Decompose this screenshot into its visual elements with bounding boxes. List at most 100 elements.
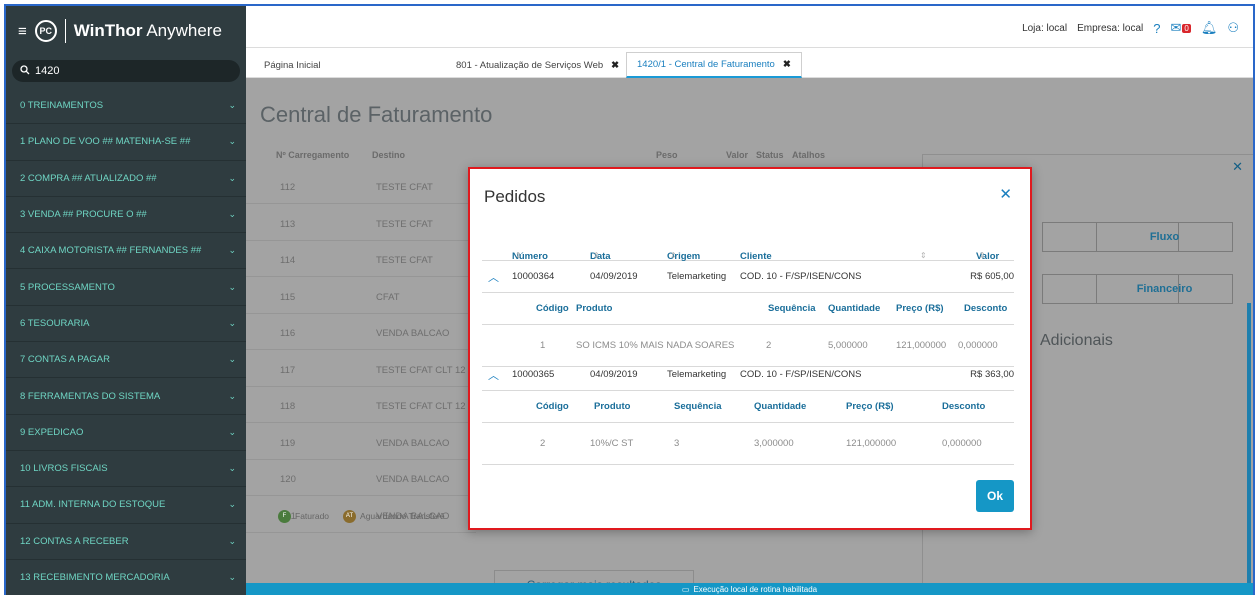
sidebar-item[interactable]: 3 VENDA ## PROCURE O ## ⌄ (6, 197, 246, 234)
fluxo-button[interactable]: Fluxo (1096, 222, 1233, 252)
help-icon[interactable]: ? (1153, 21, 1160, 36)
aguardando-dot: AT (343, 510, 357, 523)
sidebar-item[interactable]: 5 PROCESSAMENTO ⌄ (6, 269, 246, 306)
pedidos-modal: Pedidos ✕ Número ⇕ Data ⇕ Origem ⇕ Cliente ⇕… (468, 167, 1032, 530)
ok-button[interactable]: Ok (976, 480, 1014, 512)
sidebar-item[interactable]: 0 TREINAMENTOS ⌄ (6, 88, 246, 125)
row-carregamento: 116 (280, 328, 296, 339)
sidebar-item-label: 13 RECEBIMENTO MERCADORIA (20, 572, 170, 583)
row-destino: TESTE CFAT (376, 255, 433, 266)
row-carregamento: 117 (280, 364, 296, 376)
sidebar-item[interactable]: 2 COMPRA ## ATUALIZADO ## ⌄ (6, 161, 246, 197)
sidebar-item-label: 9 EXPEDICAO (20, 426, 84, 438)
table-row[interactable]: 114 TESTE CFAT (246, 245, 476, 277)
item-col-preco: Preço (R$) (846, 401, 894, 412)
sidebar-item[interactable]: 10 LIVROS FISCAIS ⌄ (6, 451, 246, 488)
item-col-desconto: Desconto (942, 401, 986, 412)
sidebar-item[interactable]: 7 CONTAS A PAGAR ⌄ (6, 342, 246, 379)
close-panel-icon[interactable]: ✕ (1232, 159, 1243, 175)
tab-central-faturamento[interactable]: 1420/1 - Central de Faturamento ✖ (626, 52, 802, 78)
close-tab-icon[interactable]: ✖ (611, 60, 619, 71)
sidebar-item[interactable]: 12 CONTAS A RECEBER ⌄ (6, 524, 246, 560)
order-valor: R$ 363,00 (970, 369, 1014, 380)
chevron-down-icon: ⌄ (228, 172, 236, 183)
table-row[interactable]: 112 TESTE CFAT (246, 172, 476, 204)
row-carregamento: 118 (280, 401, 296, 412)
sidebar-item[interactable]: 6 TESOURARIA ⌄ (6, 306, 246, 343)
item-codigo: 1 (540, 340, 546, 351)
row-destino: TESTE CFAT CLT 12 (376, 401, 466, 412)
user-icon[interactable]: ⚇ (1227, 20, 1239, 36)
item-col-codigo: Código (536, 401, 569, 412)
scrollbar[interactable] (1247, 303, 1251, 595)
chevron-down-icon: ⌄ (228, 209, 236, 220)
legend-faturado: F Faturado (278, 510, 329, 523)
hamburger-icon[interactable]: ≡ (18, 23, 27, 40)
sidebar-item[interactable]: 9 EXPEDICAO ⌄ (6, 415, 246, 451)
sidebar-item[interactable]: 11 ADM. INTERNA DO ESTOQUE ⌄ (6, 487, 246, 524)
mail-icon[interactable]: ✉ 0 (1170, 20, 1191, 36)
collapse-icon[interactable]: ︿ (488, 367, 499, 383)
item-sequencia: 2 (766, 340, 772, 351)
tab-atualizacao-servicos[interactable]: 801 - Atualização de Serviços Web ✖ (446, 52, 629, 78)
sidebar-item-label: 5 PROCESSAMENTO (20, 281, 115, 293)
sidebar-item[interactable]: 1 PLANO DE VOO ## MATENHA-SE ## ⌄ (6, 124, 246, 161)
top-bar: Loja: local Empresa: local ? ✉ 0 🔔︎ ⚇ (246, 6, 1253, 48)
order-numero: 10000364 (512, 271, 555, 282)
financeiro-button[interactable]: Financeiro (1096, 274, 1233, 304)
tab-bar: Página Inicial 801 - Atualização de Serv… (246, 48, 1253, 78)
table-row[interactable]: 118 TESTE CFAT CLT 12 (246, 391, 476, 423)
col-valor[interactable]: Valor (726, 150, 748, 160)
bell-icon[interactable]: 🔔︎ (1201, 20, 1218, 36)
collapse-icon[interactable]: ︿ (488, 269, 499, 285)
table-row[interactable]: 116 VENDA BALCAO (246, 318, 476, 350)
search-input[interactable]: 1420 (12, 60, 240, 82)
table-row[interactable]: 120 VENDA BALCAO (246, 464, 476, 496)
sidebar-item[interactable]: 8 FERRAMENTAS DO SISTEMA ⌄ (6, 378, 246, 415)
app-name: WinThor Anywhere (73, 21, 222, 40)
pedidos-table-header: Número ⇕ Data ⇕ Origem ⇕ Cliente ⇕ Valor ⇕ (482, 227, 1014, 262)
item-quantidade: 5,000000 (828, 340, 868, 351)
items-header: Código Produto Sequência Quantidade Preç… (482, 391, 1014, 423)
order-cliente: COD. 10 - F/SP/ISEN/CONS (740, 271, 862, 282)
item-produto: 10%/C ST (590, 438, 634, 449)
chevron-down-icon: ⌄ (228, 390, 236, 401)
row-destino: VENDA BALCAO (376, 437, 450, 449)
sidebar-menu: 0 TREINAMENTOS ⌄ 1 PLANO DE VOO ## MATENHA… (6, 88, 246, 595)
table-row[interactable]: 113 TESTE CFAT (246, 209, 476, 241)
chevron-down-icon: ⌄ (228, 572, 236, 582)
legend-aguardando: AT Aguardando Transferê (343, 510, 445, 523)
order-row[interactable]: ︿ 10000365 04/09/2019 Telemarketing COD.… (482, 359, 1014, 391)
item-col-produto: Produto (594, 401, 631, 412)
col-destino[interactable]: Destino (372, 150, 405, 160)
item-col-sequencia: Sequência (768, 303, 816, 314)
status-text: Execução local de rotina habilitada (693, 584, 818, 594)
item-produto: SO ICMS 10% MAIS NADA SOARES (576, 340, 735, 351)
sidebar-item-label: 4 CAIXA MOTORISTA ## FERNANDES ## (20, 245, 202, 257)
brand: ≡ PC WinThor Anywhere (6, 6, 246, 56)
search-value: 1420 (35, 65, 60, 77)
sidebar-item-label: 11 ADM. INTERNA DO ESTOQUE (20, 499, 166, 511)
row-destino: CFAT (376, 291, 400, 303)
col-status[interactable]: Status (756, 150, 784, 160)
pc-logo: PC (34, 20, 57, 42)
chevron-down-icon: ⌄ (228, 354, 236, 365)
col-peso[interactable]: Peso (656, 150, 678, 160)
order-row[interactable]: ︿ 10000364 04/09/2019 Telemarketing COD.… (482, 261, 1014, 293)
tab-pagina-inicial[interactable]: Página Inicial (254, 52, 331, 78)
close-icon[interactable]: ✕ (999, 185, 1012, 203)
item-quantidade: 3,000000 (754, 438, 794, 449)
sidebar-item-label: 7 CONTAS A PAGAR (20, 354, 110, 366)
adicionais-heading: Adicionais (1040, 332, 1113, 349)
table-row[interactable]: 119 VENDA BALCAO (246, 428, 476, 460)
row-destino: VENDA BALCAO (376, 328, 450, 339)
sidebar-item[interactable]: 13 RECEBIMENTO MERCADORIA ⌄ (6, 560, 246, 595)
col-atalhos: Atalhos (792, 150, 826, 160)
item-col-quantidade: Quantidade (754, 401, 807, 412)
table-row[interactable]: 117 TESTE CFAT CLT 12 (246, 355, 476, 387)
col-carregamento[interactable]: Nº Carregamento (276, 150, 349, 160)
sidebar-item[interactable]: 4 CAIXA MOTORISTA ## FERNANDES ## ⌄ (6, 233, 246, 270)
close-tab-icon[interactable]: ✖ (783, 59, 791, 70)
row-destino: TESTE CFAT (376, 218, 433, 230)
table-row[interactable]: 115 CFAT (246, 282, 476, 314)
